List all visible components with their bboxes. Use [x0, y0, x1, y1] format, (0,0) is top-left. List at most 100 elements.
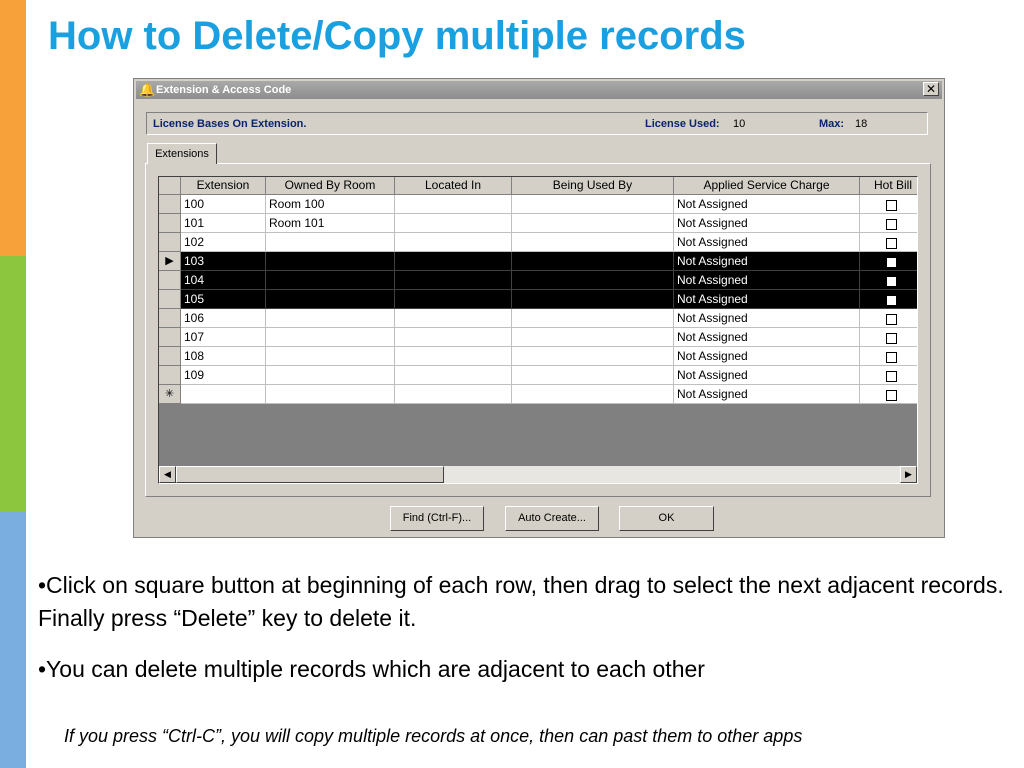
cell-located-in[interactable]	[395, 233, 512, 252]
cell-owned-by-room[interactable]	[266, 233, 395, 252]
cell-extension[interactable]: 103	[181, 252, 266, 271]
row-selector-button[interactable]	[159, 290, 181, 309]
extensions-grid[interactable]: Extension Owned By Room Located In Being…	[158, 176, 918, 484]
row-selector-button[interactable]	[159, 233, 181, 252]
cell-being-used-by[interactable]	[512, 214, 674, 233]
cell-located-in[interactable]	[395, 290, 512, 309]
cell-being-used-by[interactable]	[512, 328, 674, 347]
cell-being-used-by[interactable]	[512, 366, 674, 385]
hot-bill-checkbox[interactable]	[886, 333, 897, 344]
cell-extension[interactable]: 102	[181, 233, 266, 252]
cell-owned-by-room[interactable]	[266, 385, 395, 404]
cell-located-in[interactable]	[395, 366, 512, 385]
ok-button[interactable]: OK	[619, 506, 714, 531]
cell-being-used-by[interactable]	[512, 347, 674, 366]
row-selector-button[interactable]	[159, 366, 181, 385]
cell-extension[interactable]: 100	[181, 195, 266, 214]
cell-located-in[interactable]	[395, 328, 512, 347]
column-header-hot-bill[interactable]: Hot Bill	[860, 177, 917, 195]
hot-bill-checkbox[interactable]	[886, 276, 897, 287]
cell-being-used-by[interactable]	[512, 385, 674, 404]
cell-located-in[interactable]	[395, 309, 512, 328]
cell-owned-by-room[interactable]	[266, 290, 395, 309]
hot-bill-checkbox[interactable]	[886, 371, 897, 382]
cell-located-in[interactable]	[395, 195, 512, 214]
table-row[interactable]: ▶ 103 Not Assigned	[159, 252, 917, 271]
tab-extensions[interactable]: Extensions	[147, 143, 217, 164]
scroll-left-arrow-icon[interactable]: ◀	[159, 466, 176, 483]
horizontal-scrollbar[interactable]: ◀ ▶	[159, 466, 917, 483]
hot-bill-checkbox[interactable]	[886, 238, 897, 249]
column-header-extension[interactable]: Extension	[181, 177, 266, 195]
hot-bill-checkbox[interactable]	[886, 352, 897, 363]
hot-bill-checkbox[interactable]	[886, 257, 897, 268]
cell-owned-by-room[interactable]: Room 101	[266, 214, 395, 233]
cell-extension[interactable]: 104	[181, 271, 266, 290]
cell-extension[interactable]: 108	[181, 347, 266, 366]
hot-bill-checkbox[interactable]	[886, 295, 897, 306]
row-selector-button[interactable]: ✳	[159, 385, 181, 404]
cell-service-charge[interactable]: Not Assigned	[674, 385, 860, 404]
table-row[interactable]: 107 Not Assigned	[159, 328, 917, 347]
table-row[interactable]: 105 Not Assigned	[159, 290, 917, 309]
table-row[interactable]: 101 Room 101 Not Assigned	[159, 214, 917, 233]
scroll-right-arrow-icon[interactable]: ▶	[900, 466, 917, 483]
cell-being-used-by[interactable]	[512, 252, 674, 271]
find-button[interactable]: Find (Ctrl-F)...	[390, 506, 484, 531]
column-header-located-in[interactable]: Located In	[395, 177, 512, 195]
cell-located-in[interactable]	[395, 214, 512, 233]
column-header-owned-by-room[interactable]: Owned By Room	[266, 177, 395, 195]
cell-located-in[interactable]	[395, 385, 512, 404]
table-row[interactable]: 106 Not Assigned	[159, 309, 917, 328]
table-row[interactable]: 102 Not Assigned	[159, 233, 917, 252]
cell-service-charge[interactable]: Not Assigned	[674, 290, 860, 309]
cell-being-used-by[interactable]	[512, 309, 674, 328]
hot-bill-checkbox[interactable]	[886, 200, 897, 211]
hot-bill-checkbox[interactable]	[886, 314, 897, 325]
cell-extension[interactable]: 101	[181, 214, 266, 233]
cell-service-charge[interactable]: Not Assigned	[674, 252, 860, 271]
table-row[interactable]: 108 Not Assigned	[159, 347, 917, 366]
cell-being-used-by[interactable]	[512, 271, 674, 290]
auto-create-button[interactable]: Auto Create...	[505, 506, 599, 531]
table-row[interactable]: 104 Not Assigned	[159, 271, 917, 290]
cell-located-in[interactable]	[395, 252, 512, 271]
cell-extension[interactable]: 105	[181, 290, 266, 309]
cell-service-charge[interactable]: Not Assigned	[674, 214, 860, 233]
cell-being-used-by[interactable]	[512, 290, 674, 309]
cell-owned-by-room[interactable]	[266, 252, 395, 271]
row-selector-button[interactable]	[159, 328, 181, 347]
cell-owned-by-room[interactable]	[266, 271, 395, 290]
cell-service-charge[interactable]: Not Assigned	[674, 271, 860, 290]
hot-bill-checkbox[interactable]	[886, 390, 897, 401]
window-titlebar[interactable]: 🔔 Extension & Access Code ✕	[136, 81, 942, 99]
table-row[interactable]: 100 Room 100 Not Assigned	[159, 195, 917, 214]
table-row[interactable]: ✳ Not Assigned	[159, 385, 917, 404]
hot-bill-checkbox[interactable]	[886, 219, 897, 230]
row-selector-button[interactable]	[159, 309, 181, 328]
cell-service-charge[interactable]: Not Assigned	[674, 195, 860, 214]
cell-owned-by-room[interactable]	[266, 328, 395, 347]
cell-owned-by-room[interactable]	[266, 347, 395, 366]
cell-service-charge[interactable]: Not Assigned	[674, 328, 860, 347]
cell-owned-by-room[interactable]	[266, 366, 395, 385]
row-selector-button[interactable]	[159, 195, 181, 214]
cell-extension[interactable]: 107	[181, 328, 266, 347]
cell-being-used-by[interactable]	[512, 233, 674, 252]
cell-service-charge[interactable]: Not Assigned	[674, 233, 860, 252]
row-selector-button[interactable]	[159, 271, 181, 290]
table-row[interactable]: 109 Not Assigned	[159, 366, 917, 385]
cell-owned-by-room[interactable]	[266, 309, 395, 328]
cell-service-charge[interactable]: Not Assigned	[674, 366, 860, 385]
column-header-applied-service-charge[interactable]: Applied Service Charge	[674, 177, 860, 195]
row-selector-button[interactable]	[159, 347, 181, 366]
cell-service-charge[interactable]: Not Assigned	[674, 347, 860, 366]
cell-being-used-by[interactable]	[512, 195, 674, 214]
close-button[interactable]: ✕	[923, 82, 939, 96]
cell-service-charge[interactable]: Not Assigned	[674, 309, 860, 328]
scrollbar-thumb[interactable]	[176, 466, 444, 483]
cell-located-in[interactable]	[395, 347, 512, 366]
cell-extension[interactable]: 106	[181, 309, 266, 328]
cell-located-in[interactable]	[395, 271, 512, 290]
cell-extension[interactable]	[181, 385, 266, 404]
